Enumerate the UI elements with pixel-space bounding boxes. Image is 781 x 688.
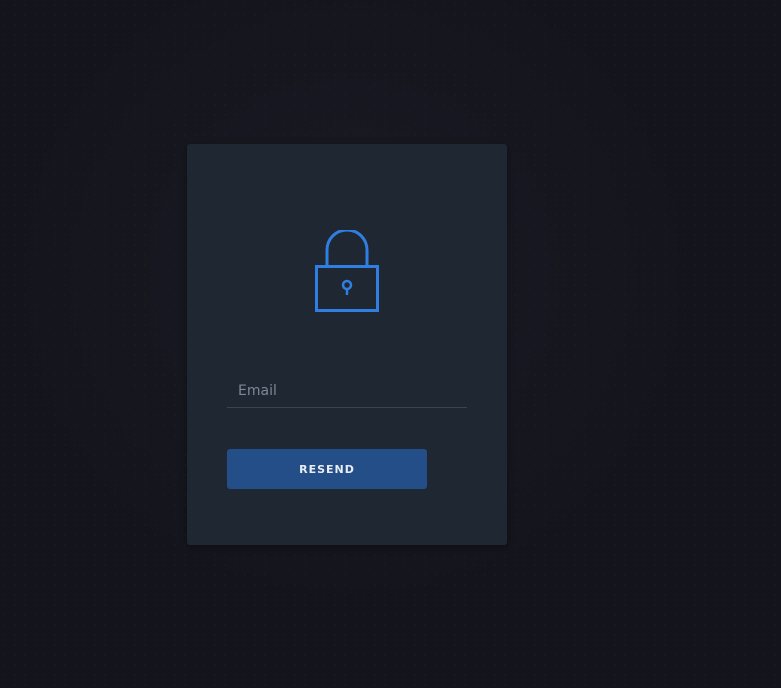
resend-button[interactable]: RESEND	[227, 449, 427, 489]
email-input[interactable]	[227, 374, 467, 407]
resend-card: RESEND	[187, 144, 507, 545]
page-background: RESEND	[0, 0, 781, 688]
lock-icon	[314, 230, 380, 314]
email-field	[227, 374, 467, 408]
